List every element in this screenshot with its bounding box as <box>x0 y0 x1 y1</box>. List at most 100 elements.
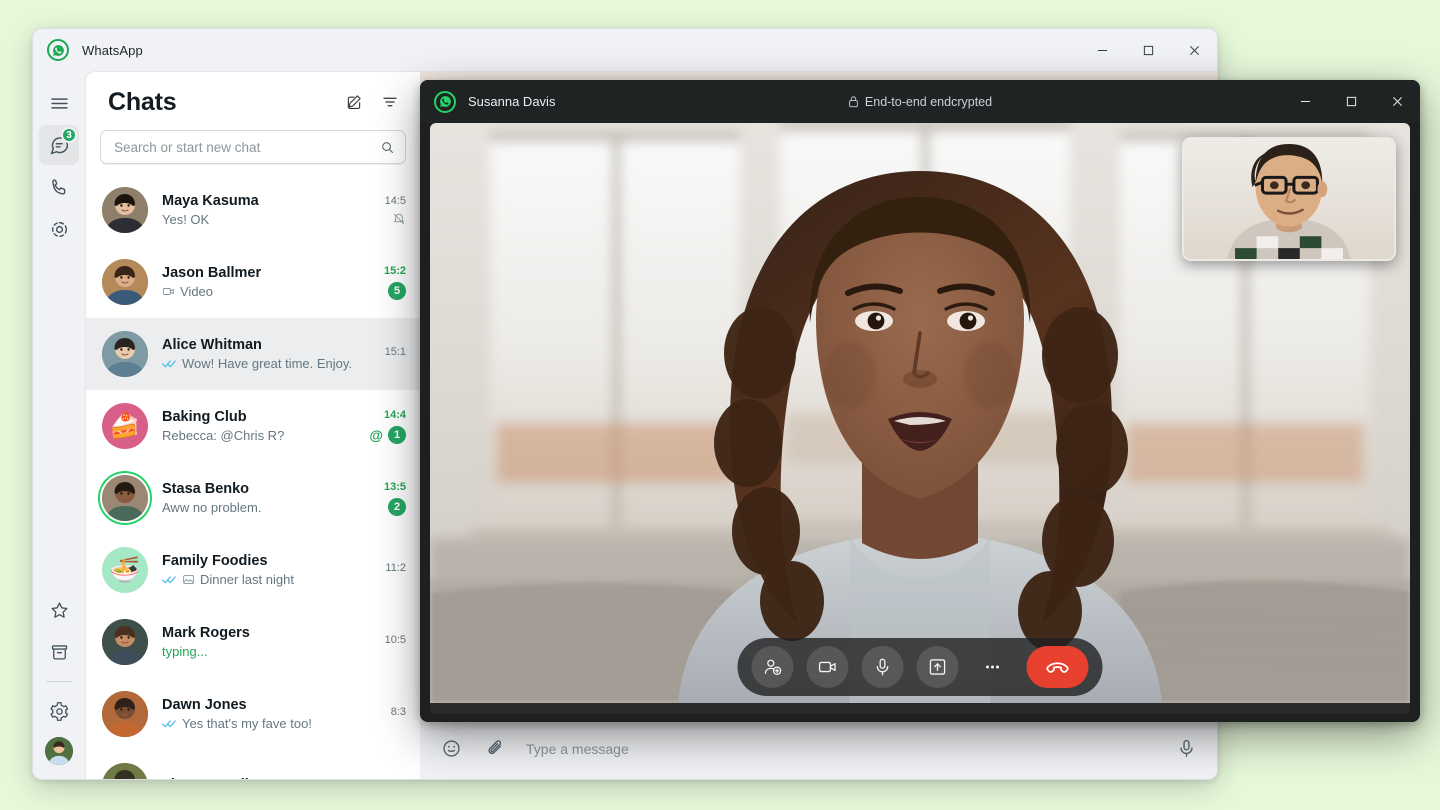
whatsapp-logo-icon <box>434 90 456 113</box>
message-input[interactable] <box>526 740 1155 757</box>
avatar <box>102 691 148 737</box>
video-camera-icon[interactable] <box>806 646 849 688</box>
chat-item-text: Family Foodies Dinner last night <box>162 553 368 587</box>
message-composer <box>420 717 1217 779</box>
search-container <box>86 126 420 174</box>
chat-item-name: Mark Rogers <box>162 625 250 641</box>
chat-item-preview: Yes that's my fave too! <box>162 716 368 731</box>
chat-item-badges: 2 <box>388 497 406 516</box>
chat-list-item[interactable]: Alice Whitman Wow! Have great time. Enjoy… <box>86 318 420 390</box>
chat-item-text: Maya Kasuma Yes! OK <box>162 193 368 227</box>
sidebar-item-settings[interactable] <box>39 691 79 731</box>
maximize-button[interactable] <box>1125 29 1171 71</box>
call-close-button[interactable] <box>1374 80 1420 123</box>
chat-item-text: Stasa Benko Aww no problem. <box>162 481 368 515</box>
chat-item-preview-text: typing... <box>162 644 208 659</box>
chat-item-badges: @1 <box>369 425 406 444</box>
hamburger-menu-button[interactable] <box>39 83 79 123</box>
chat-item-time: 15:2 <box>383 264 406 277</box>
call-video-stage <box>430 123 1410 714</box>
chat-list-item[interactable]: Jason Ballmer Video 15:2 5 <box>86 246 420 318</box>
chat-item-time: 10:5 <box>384 633 406 646</box>
paperclip-icon[interactable] <box>482 736 508 762</box>
image-icon <box>182 573 195 586</box>
chats-unread-badge: 3 <box>61 127 77 143</box>
hangup-phone-icon[interactable] <box>1026 646 1089 688</box>
emoji-smiley-icon[interactable] <box>438 736 464 762</box>
sidebar-item-chats[interactable]: 3 <box>39 125 79 165</box>
chat-item-preview-text: Wow! Have great time. Enjoy. <box>182 356 353 371</box>
avatar <box>102 259 148 305</box>
chat-item-name: Family Foodies <box>162 553 268 569</box>
sidebar-item-status[interactable] <box>39 209 79 249</box>
chat-list-item[interactable]: 🍰 Baking Club Rebecca: @Chris R? 14:4 @1 <box>86 390 420 462</box>
chat-item-preview: Video <box>162 284 368 299</box>
chat-item-time: 15:1 <box>384 345 406 358</box>
chat-list-item[interactable]: Ziggy Woodley 9:12 <box>86 750 420 779</box>
chat-item-time: 11:2 <box>385 561 406 574</box>
call-maximize-button[interactable] <box>1328 80 1374 123</box>
chat-item-meta: 9:12 <box>368 778 410 780</box>
minimize-button[interactable] <box>1079 29 1125 71</box>
sidebar-item-starred[interactable] <box>39 590 79 630</box>
profile-avatar[interactable] <box>45 737 73 765</box>
chat-item-meta: 15:1 <box>368 346 410 363</box>
search-box[interactable] <box>100 130 406 164</box>
chat-item-preview: Dinner last night <box>162 572 368 587</box>
video-camera-icon <box>162 285 175 298</box>
chat-list[interactable]: Maya Kasuma Yes! OK 14:5 Jason Ballmer Video… <box>86 174 420 779</box>
avatar <box>102 619 148 665</box>
microphone-icon[interactable] <box>1173 736 1199 762</box>
whatsapp-logo-icon <box>47 39 69 61</box>
call-peer-name: Susanna Davis <box>468 94 556 109</box>
chat-item-meta: 11:2 <box>368 562 410 579</box>
mention-icon: @ <box>369 426 383 443</box>
main-window-titlebar: WhatsApp <box>33 29 1217 71</box>
call-window-controls <box>1282 80 1420 123</box>
filter-chats-button[interactable] <box>374 86 406 118</box>
avatar: 🍰 <box>102 403 148 449</box>
chat-item-preview-text: Dinner last night <box>200 572 294 587</box>
chat-item-preview-text: Rebecca: @Chris R? <box>162 428 285 443</box>
sidebar-item-calls[interactable] <box>39 167 79 207</box>
chat-item-name: Stasa Benko <box>162 481 250 497</box>
chat-item-meta: 14:5 <box>368 195 410 226</box>
unread-count-badge: 1 <box>388 425 406 444</box>
screen-share-icon[interactable] <box>916 646 959 688</box>
chat-item-name: Dawn Jones <box>162 697 247 713</box>
chat-item-name: Baking Club <box>162 409 247 425</box>
chat-list-actions <box>338 86 406 118</box>
chat-item-name: Alice Whitman <box>162 337 262 353</box>
new-chat-button[interactable] <box>338 86 370 118</box>
navigation-rail: 3 <box>33 71 85 779</box>
chat-list-panel: Chats Search or start new chat Maya Kasu… <box>85 71 420 779</box>
chat-list-item[interactable]: Stasa Benko Aww no problem. 13:5 2 <box>86 462 420 534</box>
encryption-label: End-to-end endcrypted <box>864 94 993 109</box>
chat-item-preview-text: Aww no problem. <box>162 500 262 515</box>
chat-list-item[interactable]: 🍜 Family Foodies Dinner last night 11:2 <box>86 534 420 606</box>
chat-list-item[interactable]: Maya Kasuma Yes! OK 14:5 <box>86 174 420 246</box>
chat-list-item[interactable]: Mark Rogers typing... 10:5 <box>86 606 420 678</box>
read-receipt-icon <box>162 718 177 729</box>
chat-item-meta: 10:5 <box>368 634 410 651</box>
sidebar-item-archived[interactable] <box>39 632 79 672</box>
chat-item-preview-text: Video <box>180 284 214 299</box>
close-button[interactable] <box>1171 29 1217 71</box>
add-person-icon[interactable] <box>751 646 794 688</box>
self-video-preview[interactable] <box>1182 137 1396 261</box>
avatar: 🍜 <box>102 547 148 593</box>
unread-count-badge: 2 <box>388 497 406 516</box>
chat-item-time: 8:3 <box>390 705 406 718</box>
page-title: Chats <box>108 87 177 116</box>
chat-list-item[interactable]: Dawn Jones Yes that's my fave too! 8:3 <box>86 678 420 750</box>
search-input[interactable] <box>114 139 380 155</box>
ellipsis-icon[interactable] <box>972 646 1014 688</box>
avatar <box>102 763 148 779</box>
chat-item-text: Ziggy Woodley <box>162 777 368 780</box>
muted-icon <box>392 212 406 226</box>
call-minimize-button[interactable] <box>1282 80 1328 123</box>
chat-item-preview-text: Yes that's my fave too! <box>182 716 312 731</box>
microphone-icon[interactable] <box>861 646 904 688</box>
chat-item-text: Dawn Jones Yes that's my fave too! <box>162 697 368 731</box>
chat-item-text: Alice Whitman Wow! Have great time. Enjoy… <box>162 337 368 371</box>
